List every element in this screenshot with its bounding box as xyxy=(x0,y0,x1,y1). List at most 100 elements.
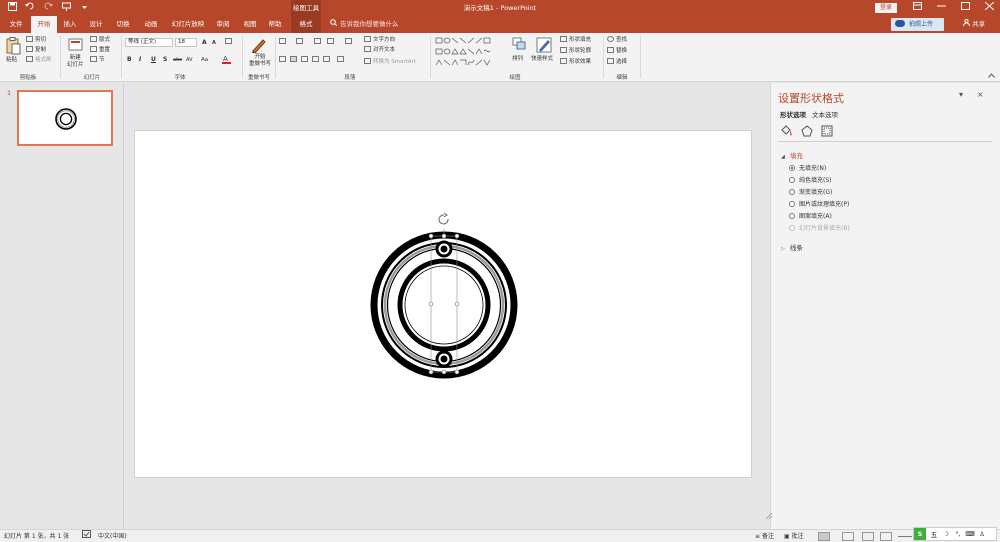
slideshow-view-button[interactable] xyxy=(880,532,892,541)
font-size-combo[interactable]: 18 xyxy=(175,38,197,47)
tab-animations[interactable]: 动画 xyxy=(140,16,162,33)
char-spacing-button[interactable]: AV xyxy=(186,57,193,63)
new-slide-icon[interactable] xyxy=(68,37,84,53)
fill-section-header[interactable]: ◢ 填充 xyxy=(781,150,803,160)
tab-help[interactable]: 帮助 xyxy=(264,16,286,33)
font-name-combo[interactable]: 等线 (正文) xyxy=(125,38,173,47)
change-case-button[interactable]: Aa xyxy=(201,57,208,63)
shape-fill-button[interactable]: 形状填充 xyxy=(560,36,591,44)
comments-button[interactable]: ▣ 批注 xyxy=(784,530,804,542)
save-icon[interactable] xyxy=(6,2,18,15)
share-button[interactable]: 共享 xyxy=(963,16,985,33)
tab-home[interactable]: 开始 xyxy=(31,16,57,33)
paste-icon[interactable] xyxy=(5,37,21,55)
section-button[interactable]: 节 xyxy=(90,56,105,64)
tab-transitions[interactable]: 切换 xyxy=(112,16,134,33)
fill-option-gradient[interactable]: 渐变填充(G) xyxy=(789,188,832,197)
find-button[interactable]: 查找 xyxy=(607,36,627,44)
select-button[interactable]: 选择 xyxy=(607,58,627,66)
close-icon[interactable] xyxy=(977,0,1000,16)
minimize-icon[interactable] xyxy=(929,0,953,16)
fill-option-picture[interactable]: 图片或纹理填充(P) xyxy=(789,200,849,209)
bold-button[interactable]: B xyxy=(127,56,132,63)
fill-line-icon[interactable] xyxy=(780,125,794,137)
quick-styles-icon[interactable] xyxy=(536,37,552,53)
tab-review[interactable]: 审阅 xyxy=(212,16,234,33)
ime-mode[interactable]: 五 xyxy=(928,529,940,539)
numbering-button[interactable] xyxy=(296,38,305,46)
cut-button[interactable]: 剪切 xyxy=(26,36,46,44)
fill-option-pattern[interactable]: 图案填充(A) xyxy=(789,212,832,221)
start-from-beginning-icon[interactable] xyxy=(60,2,72,15)
size-properties-icon[interactable] xyxy=(821,125,835,137)
arrange-button[interactable]: 排列 xyxy=(512,55,523,63)
tab-insert[interactable]: 插入 xyxy=(60,16,80,33)
customize-qat-icon[interactable] xyxy=(78,2,90,15)
undo-icon[interactable] xyxy=(24,2,36,15)
upload-button[interactable]: 拍照上传 xyxy=(891,18,944,31)
fill-option-solid[interactable]: 纯色填充(S) xyxy=(789,176,832,185)
pane-options-icon[interactable]: ▾ xyxy=(959,90,963,99)
tab-view[interactable]: 视图 xyxy=(240,16,260,33)
resize-grip-icon[interactable] xyxy=(765,512,773,520)
slide-sorter-view-button[interactable] xyxy=(842,532,854,541)
reset-button[interactable]: 重置 xyxy=(90,46,110,54)
radio-button[interactable] xyxy=(789,201,795,207)
decrease-indent-button[interactable] xyxy=(314,38,323,46)
punctuation-icon[interactable]: °, xyxy=(952,530,964,538)
shrink-font-button[interactable]: A xyxy=(212,40,216,46)
tell-me-search[interactable]: 告诉我你想要做什么 xyxy=(330,16,399,33)
convert-smartart-button[interactable]: 转换为 SmartArt xyxy=(364,58,416,66)
login-button[interactable]: 登录 xyxy=(875,3,897,13)
slide-thumbnail[interactable] xyxy=(17,90,113,146)
pen-icon[interactable] xyxy=(251,37,267,54)
clear-format-button[interactable] xyxy=(225,38,234,46)
tab-text-options[interactable]: 文本选项 xyxy=(812,109,838,119)
radio-button[interactable] xyxy=(789,189,795,195)
language-indicator[interactable]: 中文(中国) xyxy=(98,530,127,542)
collapse-ribbon-icon[interactable] xyxy=(988,73,995,81)
tab-slideshow[interactable]: 幻灯片放映 xyxy=(168,16,208,33)
tab-file[interactable]: 文件 xyxy=(6,16,26,33)
layout-button[interactable]: 版式 xyxy=(90,36,110,44)
distributed-button[interactable] xyxy=(323,56,332,64)
ime-logo[interactable]: S xyxy=(914,528,926,540)
line-spacing-button[interactable] xyxy=(345,38,354,46)
radio-button[interactable] xyxy=(789,225,795,231)
underline-button[interactable]: U xyxy=(151,56,156,63)
italic-button[interactable]: I xyxy=(139,56,141,63)
grow-font-button[interactable]: A xyxy=(202,39,207,46)
align-left-button[interactable] xyxy=(279,56,288,64)
reading-view-button[interactable] xyxy=(862,532,874,541)
tab-format[interactable]: 格式 xyxy=(291,16,321,33)
fill-option-none[interactable]: 无填充(N) xyxy=(789,164,826,173)
shape-outline-button[interactable]: 形状轮廓 xyxy=(560,47,591,55)
slide-canvas[interactable] xyxy=(134,130,752,478)
restore-icon[interactable] xyxy=(953,0,977,16)
effects-pentagon-icon[interactable] xyxy=(800,125,814,137)
shapes-gallery[interactable] xyxy=(434,36,498,68)
radio-button[interactable] xyxy=(789,165,795,171)
arrange-icon[interactable] xyxy=(512,37,528,53)
shape-effects-button[interactable]: 形状效果 xyxy=(560,58,591,66)
keyboard-icon[interactable]: ⌨ xyxy=(964,530,976,538)
strikethrough-button[interactable]: abc xyxy=(173,57,182,63)
radio-button[interactable] xyxy=(789,213,795,219)
text-direction-button[interactable]: 文字方向 xyxy=(364,36,395,44)
columns-button[interactable] xyxy=(337,56,346,64)
quick-styles-button[interactable]: 快速样式 xyxy=(531,55,553,63)
radio-button[interactable] xyxy=(789,177,795,183)
format-painter-button[interactable]: 格式刷 xyxy=(26,56,52,64)
shadow-button[interactable]: S xyxy=(163,56,167,63)
fill-option-slide-background[interactable]: 幻灯片背景填充(B) xyxy=(789,224,850,233)
align-right-button[interactable] xyxy=(301,56,310,64)
moon-icon[interactable]: ☽ xyxy=(940,530,952,538)
replace-button[interactable]: 替换 xyxy=(607,47,627,55)
circle-shapes[interactable] xyxy=(135,131,753,479)
paste-button[interactable]: 粘贴 xyxy=(6,56,17,64)
redo-ink-button[interactable]: 开始 重做书写 xyxy=(249,54,271,68)
spellcheck-icon[interactable] xyxy=(82,530,91,542)
bullets-button[interactable] xyxy=(279,38,288,46)
tab-design[interactable]: 设计 xyxy=(86,16,106,33)
font-color-button[interactable]: A xyxy=(222,55,232,67)
